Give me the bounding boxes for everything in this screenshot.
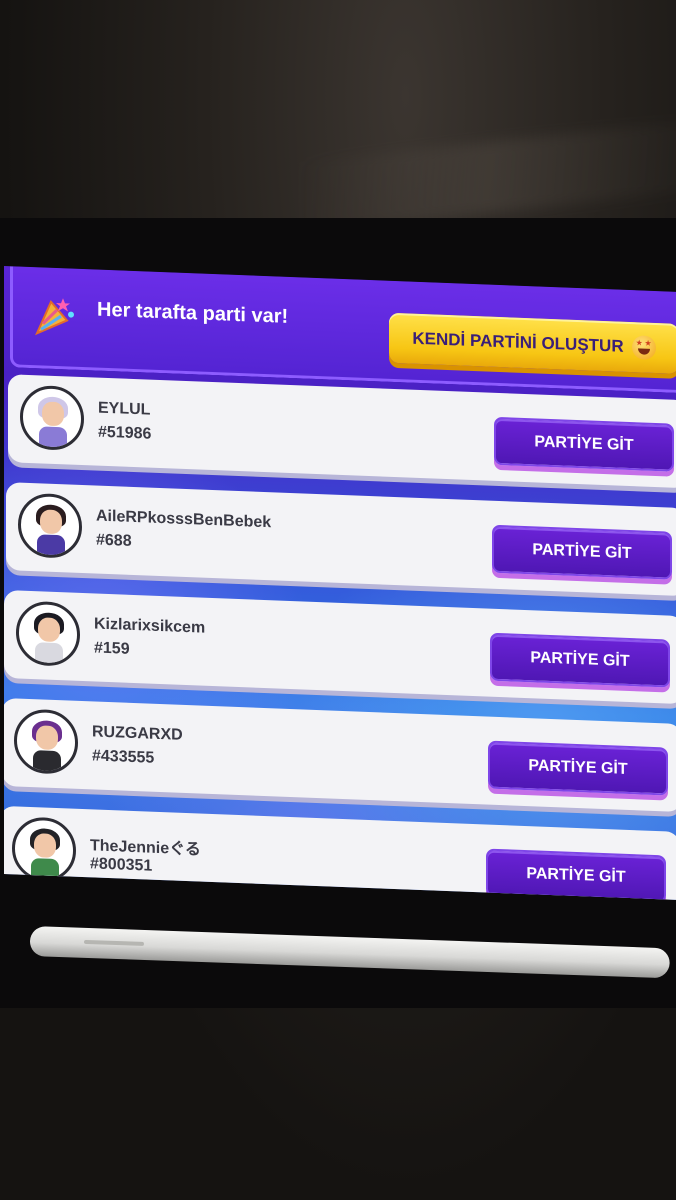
avatar-body bbox=[33, 750, 61, 774]
party-owner-name: EYLUL bbox=[98, 399, 151, 419]
party-id: #688 bbox=[96, 531, 132, 550]
party-id: #51986 bbox=[98, 423, 152, 443]
join-party-button[interactable]: PARTİYE GİT bbox=[488, 740, 668, 796]
avatar-head bbox=[36, 725, 58, 751]
party-id: #800351 bbox=[90, 855, 153, 875]
avatar-head bbox=[34, 833, 56, 858]
avatar-body bbox=[37, 534, 65, 558]
party-owner-name: RUZGARXD bbox=[92, 723, 183, 744]
user-avatar bbox=[12, 816, 76, 883]
party-row-2: AileRPkosssBenBebek #688 PARTİYE GİT bbox=[6, 482, 676, 597]
party-row-3: Kizlarixsikcem #159 PARTİYE GİT bbox=[4, 590, 676, 705]
desk-light-reflection bbox=[297, 118, 676, 232]
user-avatar bbox=[16, 600, 80, 667]
party-owner-name: AileRPkosssBenBebek bbox=[96, 507, 272, 532]
create-party-button[interactable]: KENDİ PARTİNİ OLUŞTUR bbox=[389, 312, 676, 374]
party-id: #159 bbox=[94, 639, 130, 658]
party-owner-name: Kizlarixsikcem bbox=[94, 615, 206, 637]
star-eyes-emoji-icon bbox=[631, 335, 656, 361]
user-avatar bbox=[18, 492, 82, 559]
photo-background: Her tarafta parti var! KENDİ PARTİNİ OLU… bbox=[0, 0, 676, 1200]
join-party-button[interactable]: PARTİYE GİT bbox=[486, 848, 666, 900]
user-avatar bbox=[20, 384, 84, 452]
join-party-button[interactable]: PARTİYE GİT bbox=[490, 632, 670, 688]
join-party-button[interactable]: PARTİYE GİT bbox=[492, 524, 672, 580]
avatar-head bbox=[38, 617, 60, 643]
join-party-button[interactable]: PARTİYE GİT bbox=[494, 416, 674, 472]
app-screen: Her tarafta parti var! KENDİ PARTİNİ OLU… bbox=[4, 266, 676, 900]
party-row-4: RUZGARXD #433555 PARTİYE GİT bbox=[4, 697, 676, 813]
avatar-head bbox=[40, 509, 62, 535]
user-avatar bbox=[14, 708, 78, 775]
header-title: Her tarafta parti var! bbox=[97, 298, 289, 328]
avatar-body bbox=[39, 426, 67, 450]
create-party-label: KENDİ PARTİNİ OLUŞTUR bbox=[412, 328, 624, 356]
avatar-head bbox=[42, 401, 64, 427]
party-row-1: EYLUL #51986 PARTİYE GİT bbox=[8, 374, 676, 489]
avatar-body bbox=[35, 642, 63, 666]
party-popper-icon bbox=[35, 298, 74, 336]
party-id: #433555 bbox=[92, 747, 155, 767]
